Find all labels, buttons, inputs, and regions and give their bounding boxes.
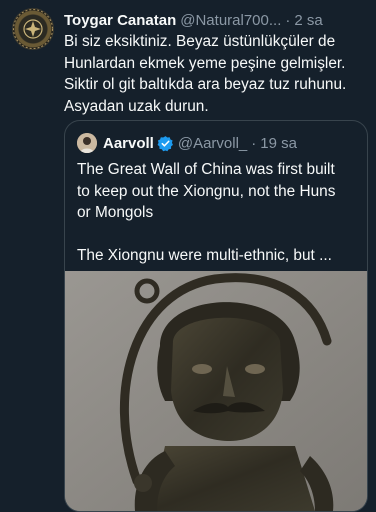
- tweet-time[interactable]: 2 sa: [294, 12, 322, 29]
- quoted-text-line: to keep out the Xiongnu, not the Huns: [77, 182, 336, 200]
- bronze-figure-image: [65, 271, 367, 511]
- tweet-text-line: Asyadan uzak durun.: [64, 97, 209, 115]
- tweet-text-line: Bi siz eksiktiniz. Beyaz üstünlükçüler d…: [64, 33, 336, 50]
- quoted-author-avatar[interactable]: [77, 133, 97, 153]
- quoted-tweet-header: Aarvoll @Aarvoll_ · 19 sa: [77, 133, 297, 153]
- quoted-tweet-text: The Great Wall of China was first built …: [77, 159, 362, 267]
- author-avatar[interactable]: [12, 8, 54, 50]
- quoted-tweet[interactable]: Aarvoll @Aarvoll_ · 19 sa The Great Wall…: [64, 120, 368, 512]
- separator-dot: ·: [285, 11, 291, 29]
- quoted-author-handle[interactable]: @Aarvoll_: [178, 135, 247, 152]
- tweet-header: Toygar Canatan @Natural700... · 2 sa: [64, 10, 370, 30]
- quoted-text-line: or Mongols: [77, 204, 154, 221]
- tweet-text: Bi siz eksiktiniz. Beyaz üstünlükçüler d…: [64, 31, 370, 117]
- quoted-text-line: The Great Wall of China was first built: [77, 161, 335, 178]
- verified-badge-icon: [157, 135, 174, 152]
- author-handle[interactable]: @Natural700...: [180, 12, 281, 29]
- quoted-author-name[interactable]: Aarvoll: [103, 135, 154, 152]
- emblem-icon: [13, 9, 53, 49]
- tweet-text-line: Hunlardan ekmek yeme peşine gelmişler.: [64, 54, 346, 72]
- quoted-text-line: The Xiongnu were multi-ethnic, but ...: [77, 247, 332, 264]
- quoted-tweet-time[interactable]: 19 sa: [260, 135, 297, 152]
- tweet-text-line: Siktir ol git baltıkda ara beyaz tuz ruh…: [64, 76, 347, 93]
- quoted-tweet-image[interactable]: [65, 271, 367, 511]
- separator-dot: ·: [251, 134, 257, 152]
- person-icon: [77, 133, 97, 153]
- author-name[interactable]: Toygar Canatan: [64, 12, 176, 29]
- quoted-text-line: [77, 224, 362, 246]
